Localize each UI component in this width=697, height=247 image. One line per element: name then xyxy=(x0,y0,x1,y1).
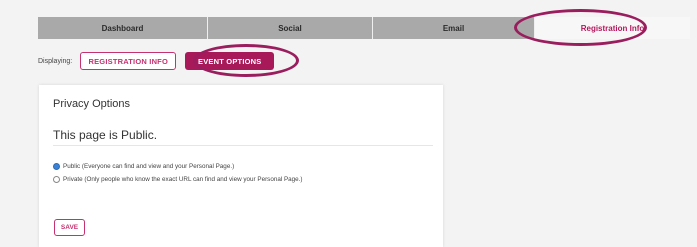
radio-private[interactable] xyxy=(53,176,60,183)
radio-public-label: Public (Everyone can find and view and y… xyxy=(63,163,235,170)
save-button[interactable]: SAVE xyxy=(54,219,85,236)
privacy-option-public[interactable]: Public (Everyone can find and view and y… xyxy=(53,163,234,170)
panel-title: Privacy Options xyxy=(53,98,131,110)
subnav-label: Displaying: xyxy=(38,57,73,65)
subnav-registration-info-button[interactable]: REGISTRATION INFO xyxy=(80,52,177,70)
tab-social[interactable]: Social xyxy=(208,17,373,39)
subnav: Displaying: REGISTRATION INFO EVENT OPTI… xyxy=(38,52,275,70)
privacy-status-text: This page is Public. xyxy=(53,128,158,142)
privacy-option-private[interactable]: Private (Only people who know the exact … xyxy=(53,176,303,183)
subnav-event-options-button[interactable]: EVENT OPTIONS xyxy=(185,52,275,70)
radio-private-label: Private (Only people who know the exact … xyxy=(63,176,303,183)
tab-email[interactable]: Email xyxy=(373,17,535,39)
main-tab-bar: Dashboard Social Email Registration Info xyxy=(38,17,690,39)
tab-dashboard[interactable]: Dashboard xyxy=(38,17,208,39)
radio-public[interactable] xyxy=(53,163,60,170)
privacy-options-panel: Privacy Options This page is Public. Pub… xyxy=(39,85,443,247)
tab-registration-info[interactable]: Registration Info xyxy=(535,17,690,39)
divider xyxy=(53,145,433,146)
